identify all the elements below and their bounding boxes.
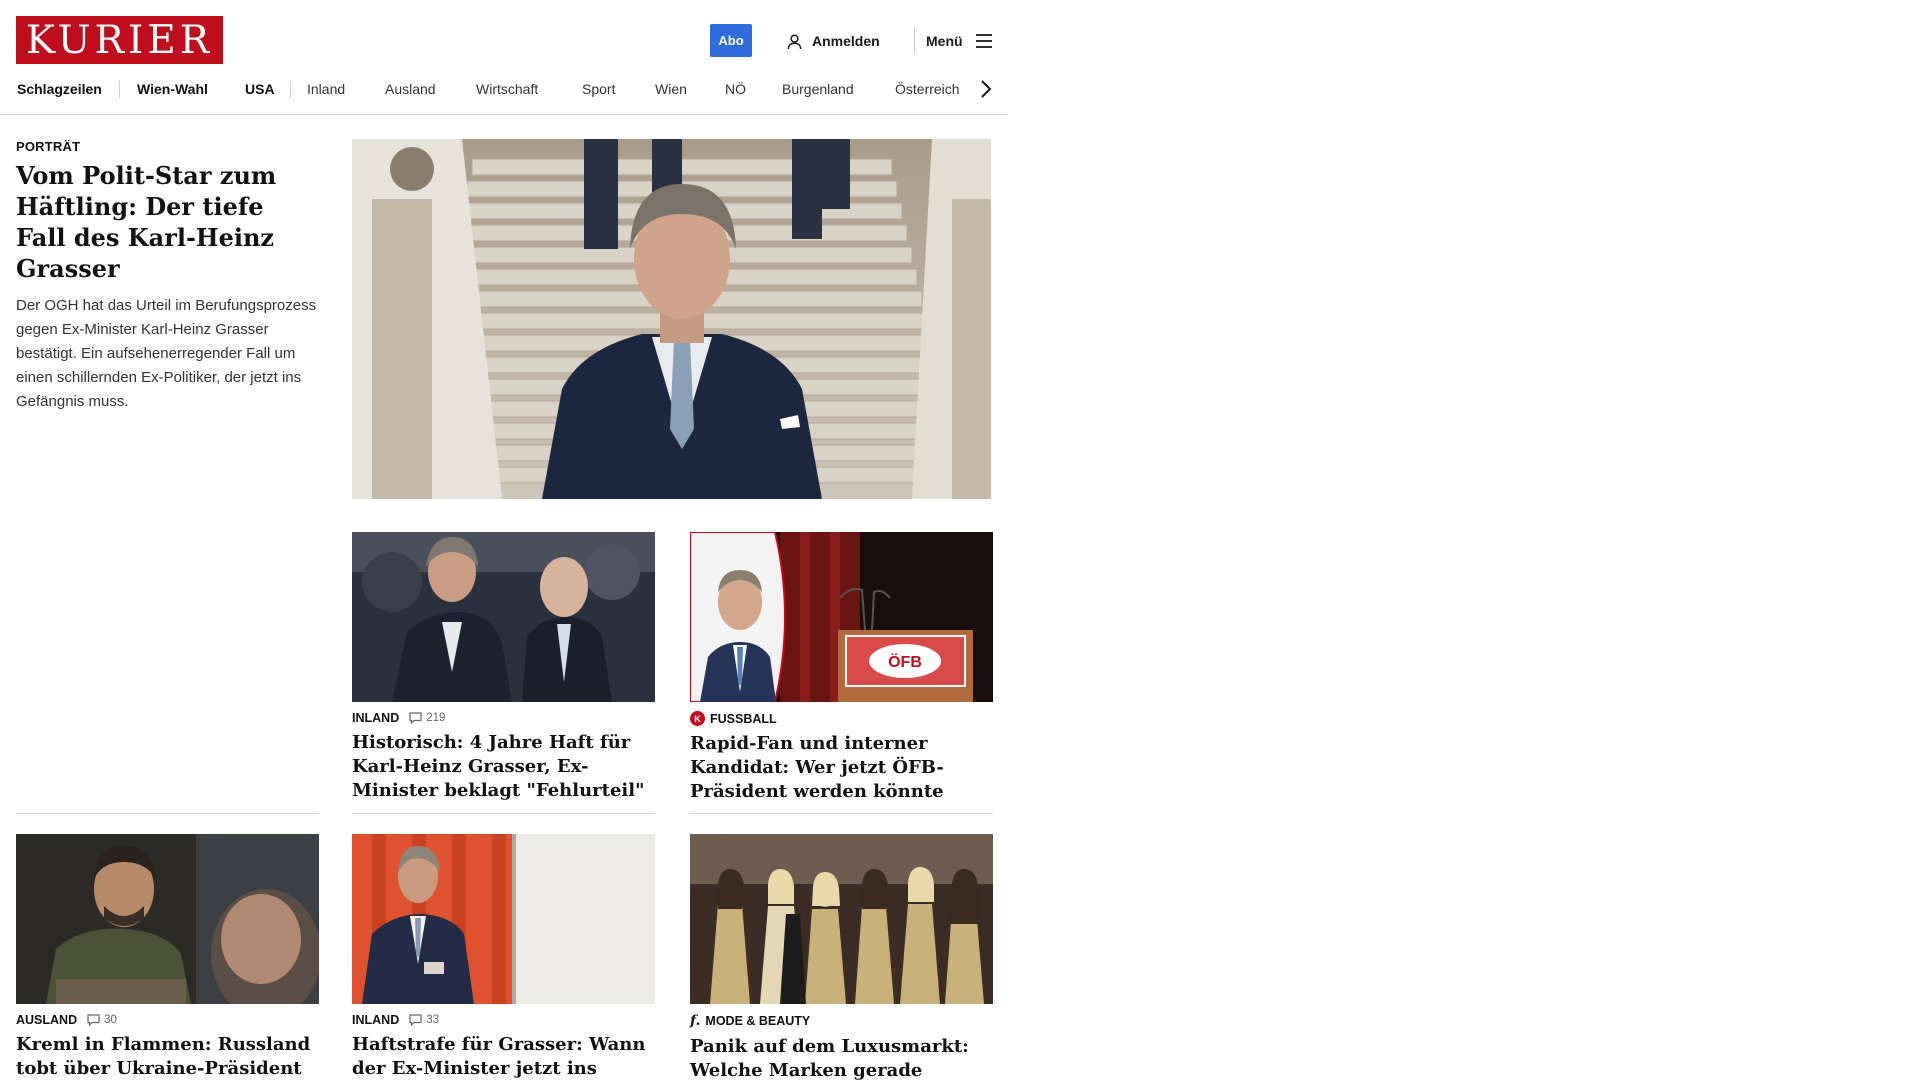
comment-icon <box>409 1014 422 1026</box>
divider <box>690 813 993 814</box>
article-card: ÖFB K FUSSBALL Rapid-Fan und interner Ka… <box>690 532 993 804</box>
kurier-k-icon: K <box>690 711 705 726</box>
chevron-right-icon[interactable] <box>976 78 996 100</box>
category-label: MODE & BEAUTY <box>705 1014 811 1028</box>
article-card: f. MODE & BEAUTY Panik auf dem Luxusmark… <box>690 834 993 1080</box>
menu-button[interactable]: Menü <box>926 30 993 52</box>
lead-headline[interactable]: Vom Polit-Star zum Häftling: Der tiefe F… <box>16 160 321 284</box>
article-meta: f. MODE & BEAUTY <box>690 1013 993 1029</box>
article-card: INLAND 33 Haftstrafe für Grasser: Wann d… <box>352 834 655 1080</box>
nav-item-burgenland[interactable]: Burgenland <box>782 76 854 102</box>
nav-item-wirtschaft[interactable]: Wirtschaft <box>476 76 538 102</box>
comment-icon <box>409 712 422 724</box>
divider <box>352 813 655 814</box>
user-icon <box>786 33 803 50</box>
nav-item-sport[interactable]: Sport <box>582 76 615 102</box>
nav-item-wien[interactable]: Wien <box>655 76 687 102</box>
article-headline[interactable]: Historisch: 4 Jahre Haft für Karl-Heinz … <box>352 731 655 803</box>
category-group[interactable]: f. MODE & BEAUTY <box>690 1013 810 1029</box>
article-meta: K FUSSBALL <box>690 711 993 726</box>
article-meta: INLAND 219 <box>352 711 655 725</box>
divider <box>16 813 319 814</box>
article-image[interactable] <box>352 532 655 702</box>
category-label[interactable]: INLAND <box>352 1013 399 1027</box>
comment-count[interactable]: 33 <box>409 1014 439 1026</box>
nav-item-noe[interactable]: NÖ <box>725 76 746 102</box>
comment-count[interactable]: 30 <box>87 1014 117 1026</box>
nav-item-usa[interactable]: USA <box>245 76 275 102</box>
menu-label: Menü <box>926 33 963 49</box>
comment-count-value: 33 <box>426 1014 440 1026</box>
article-headline[interactable]: Haftstrafe für Grasser: Wann der Ex-Mini… <box>352 1033 655 1080</box>
article-image[interactable] <box>16 834 319 1004</box>
nav-item-schlagzeilen[interactable]: Schlagzeilen <box>17 76 102 102</box>
nav-item-oesterreich[interactable]: Österreich <box>895 76 960 102</box>
lead-image[interactable] <box>352 139 991 499</box>
freizeit-f-icon: f. <box>690 1013 701 1029</box>
header-divider <box>914 28 915 53</box>
comment-count[interactable]: 219 <box>409 712 445 724</box>
lead-teaser: Der OGH hat das Urteil im Berufungsproze… <box>16 297 317 410</box>
article-image[interactable] <box>352 834 655 1004</box>
comment-count-value: 30 <box>104 1014 117 1026</box>
podium-oefb-text: ÖFB <box>888 652 922 671</box>
nav-divider <box>119 81 120 98</box>
login-label: Anmelden <box>812 33 880 49</box>
lead-story: PORTRÄT Vom Polit-Star zum Häftling: Der… <box>16 139 321 414</box>
nav-item-ausland[interactable]: Ausland <box>385 76 436 102</box>
comment-count-value: 219 <box>426 712 446 724</box>
category-group[interactable]: K FUSSBALL <box>690 711 777 726</box>
article-card: AUSLAND 30 Kreml in Flammen: Russland to… <box>16 834 319 1080</box>
nav-item-inland[interactable]: Inland <box>307 76 345 102</box>
login-button[interactable]: Anmelden <box>786 30 880 52</box>
abo-button[interactable]: Abo <box>710 24 752 57</box>
logo-text: KURIER <box>25 17 214 63</box>
comment-icon <box>87 1014 100 1026</box>
article-headline[interactable]: Kreml in Flammen: Russland tobt über Ukr… <box>16 1033 319 1080</box>
page: KURIER Abo Anmelden Menü Schlagzeilen Wi… <box>0 0 1008 1080</box>
article-meta: AUSLAND 30 <box>16 1013 319 1027</box>
category-label: FUSSBALL <box>710 711 777 726</box>
nav-item-wien-wahl[interactable]: Wien-Wahl <box>137 76 208 102</box>
category-label[interactable]: AUSLAND <box>16 1013 77 1027</box>
article-meta: INLAND 33 <box>352 1013 655 1027</box>
article-headline[interactable]: Panik auf dem Luxusmarkt: Welche Marken … <box>690 1035 993 1080</box>
lead-kicker: PORTRÄT <box>16 139 81 154</box>
section-nav: Schlagzeilen Wien-Wahl USA Inland Auslan… <box>0 76 1008 102</box>
site-header: KURIER Abo Anmelden Menü Schlagzeilen Wi… <box>0 0 1008 115</box>
hamburger-icon <box>975 33 993 49</box>
article-image[interactable] <box>690 834 993 1004</box>
article-headline[interactable]: Rapid-Fan und interner Kandidat: Wer jet… <box>690 732 993 804</box>
category-label[interactable]: INLAND <box>352 711 399 725</box>
article-card: INLAND 219 Historisch: 4 Jahre Haft für … <box>352 532 655 803</box>
nav-divider <box>290 81 291 98</box>
kurier-logo[interactable]: KURIER <box>16 16 223 64</box>
article-image[interactable]: ÖFB <box>690 532 993 702</box>
